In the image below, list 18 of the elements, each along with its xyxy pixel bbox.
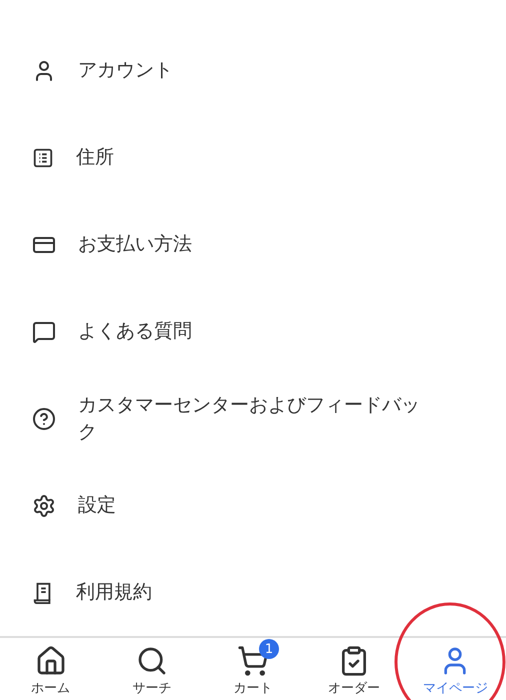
- nav-tab[interactable]: 1 カート: [202, 638, 304, 700]
- menu-item[interactable]: お支払い方法: [78, 231, 438, 258]
- settings-icon: [32, 494, 56, 518]
- search-icon: [136, 645, 168, 677]
- menu-item[interactable]: 住所: [76, 144, 436, 171]
- menu-item[interactable]: カスタマーセンターおよびフィードバック: [78, 392, 438, 446]
- nav-tab[interactable]: ホーム: [0, 638, 102, 700]
- count-badge: 1: [259, 639, 279, 659]
- menu-item[interactable]: よくある質問: [78, 318, 438, 345]
- menu-item[interactable]: 設定: [78, 492, 438, 519]
- menu-item[interactable]: アカウント: [78, 57, 438, 84]
- menu-item[interactable]: 利用規約: [76, 579, 436, 606]
- list-icon: [32, 146, 54, 168]
- nav-tab[interactable]: サーチ: [101, 638, 202, 700]
- help-icon: [32, 406, 56, 430]
- home-icon: [34, 645, 67, 677]
- chat-icon: [32, 320, 56, 344]
- nav-tab[interactable]: オーダー: [304, 638, 405, 700]
